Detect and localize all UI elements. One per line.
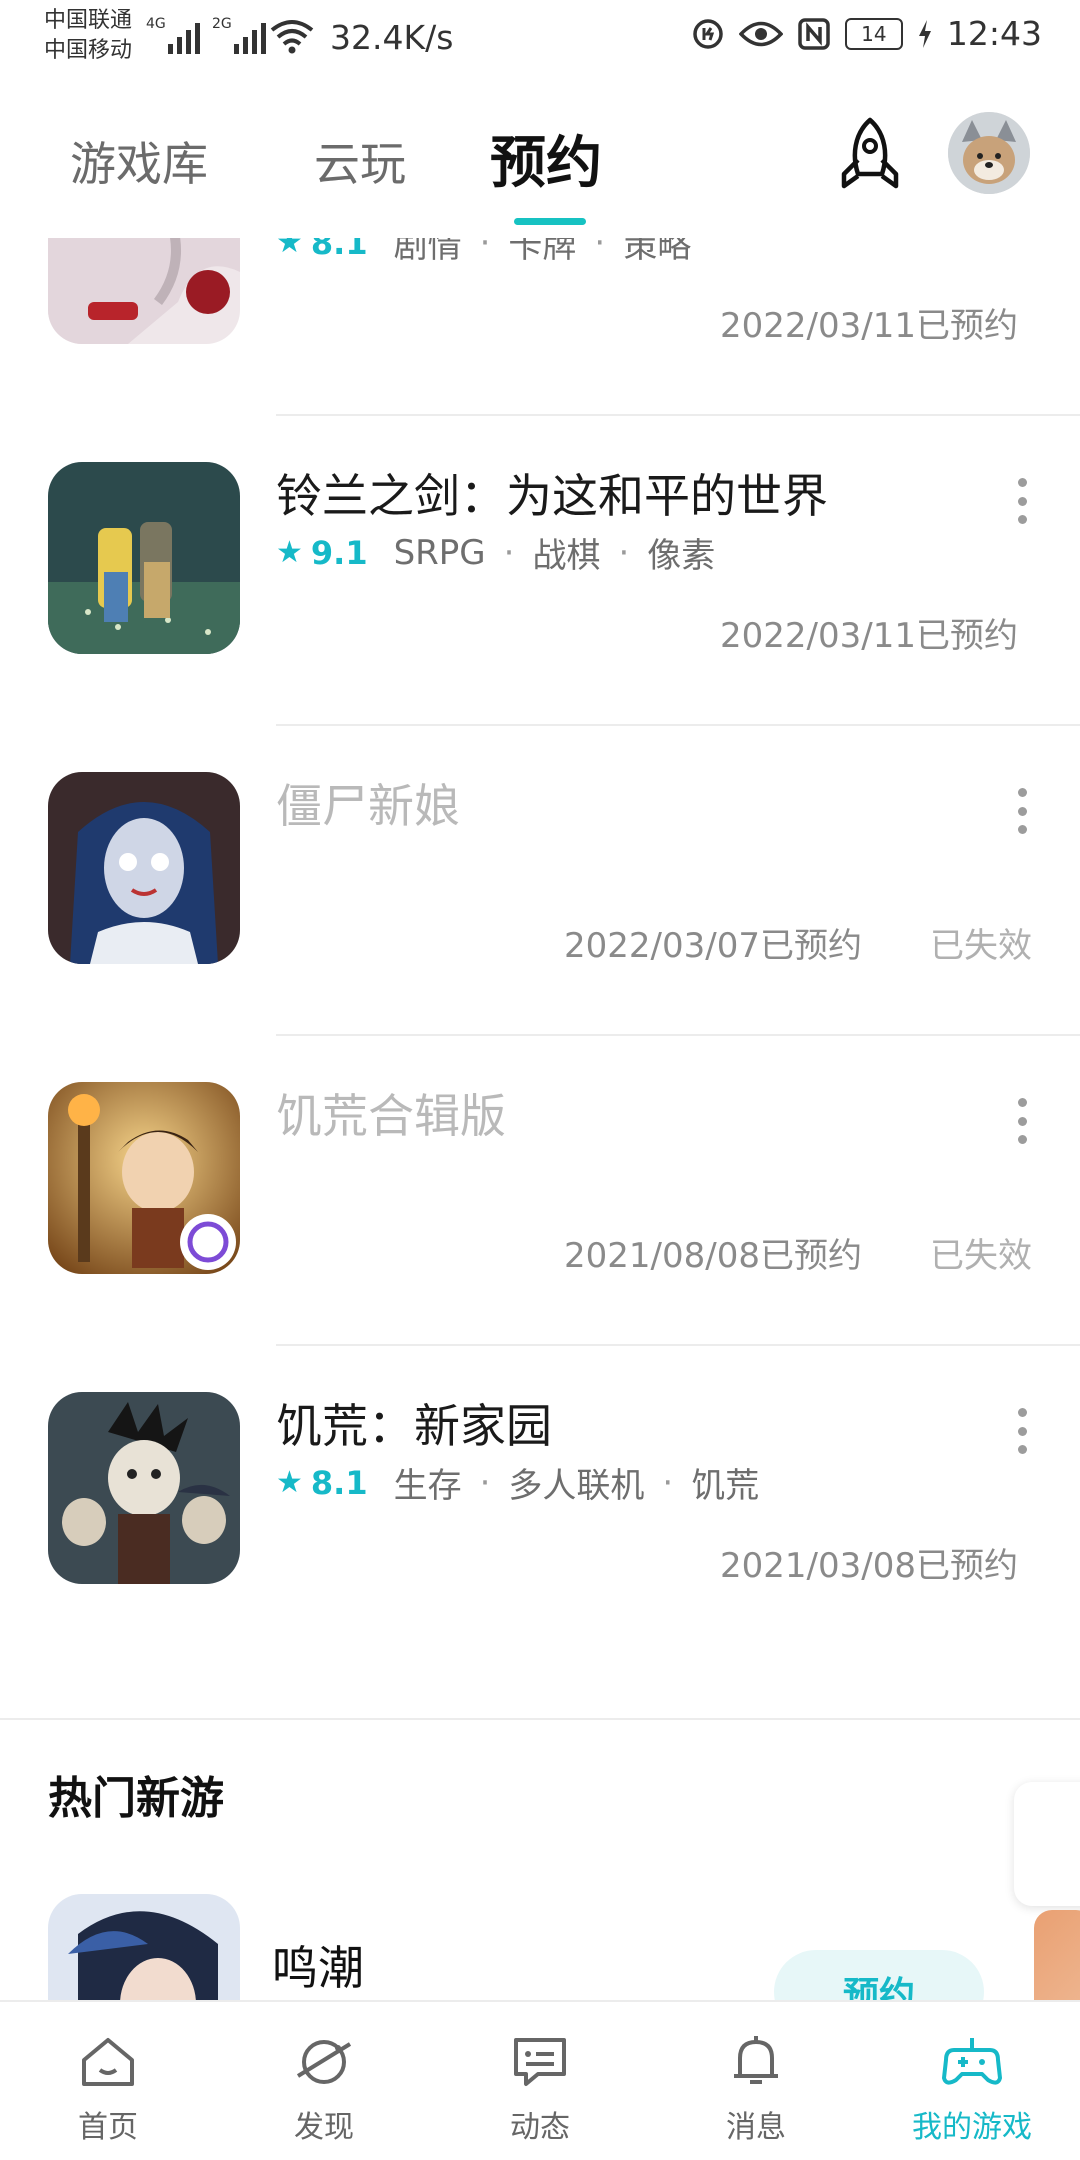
game-meta: ★ 8.1 剧情 · 卡牌 · 策略 [276,238,691,267]
game-tag: 策略 [623,238,692,266]
tag-separator: · [594,238,606,263]
clock: 12:43 [946,14,1042,53]
carrier-info: 中国联通 中国移动 [44,6,132,66]
hot-games-heading: 热门新游 [48,1773,224,1824]
data-saver-icon [693,18,723,49]
game-meta: ★ 8.1 生存 · 多人联机 · 饥荒 [276,1458,759,1507]
game-title: 饥荒：新家园 [276,1399,552,1453]
status-right: 14 12:43 [691,14,1042,53]
list-item[interactable]: 僵尸新娘 2022/03/07已预约 已失效 [0,726,1080,1036]
more-options-icon[interactable] [1018,788,1030,834]
signal-2g-icon: 2G [212,16,266,54]
game-rating: 8.1 [310,238,368,262]
home-icon [82,2038,134,2086]
tab-reservations[interactable]: 预约 [490,118,602,199]
game-tag: 生存 [393,1466,462,1506]
bottom-nav: 首页 发现 动态 消息 我的游戏 [0,2000,1080,2160]
game-tag: 饥荒 [691,1466,760,1506]
game-icon [48,462,240,654]
carrier-1: 中国联通 [44,8,133,33]
signal-4g-label: 4G [146,16,166,32]
star-icon: ★ [276,1465,303,1500]
tag-separator: · [479,1462,491,1503]
chat-icon [514,2038,566,2086]
reserve-date: 2022/03/11已预约 [720,306,1018,346]
status-bar: 中国联通 中国移动 4G 2G 32.4K/s 14 12:43 [0,0,1080,78]
nav-label: 消息 [726,2110,786,2145]
nav-label: 动态 [510,2110,570,2145]
game-icon [48,1082,240,1274]
active-tab-indicator [514,218,586,225]
tag-separator: · [662,1462,674,1503]
game-tag: 卡牌 [508,238,577,266]
game-tag: 多人联机 [508,1466,645,1506]
star-icon: ★ [276,535,303,570]
gamepad-icon [942,2038,1002,2085]
nav-home[interactable]: 首页 [38,2030,178,2146]
network-speed: 32.4K/s [330,18,454,57]
eye-comfort-icon [738,21,783,46]
game-tag: 像素 [647,536,716,576]
game-icon [48,1392,240,1584]
nav-label: 首页 [78,2110,138,2145]
signal-2g-label: 2G [212,16,232,32]
tab-cloud-play[interactable]: 云玩 [314,128,406,194]
game-title: 饥荒合辑版 [276,1089,506,1143]
user-avatar[interactable] [948,112,1030,194]
nav-label: 发现 [294,2110,354,2145]
nav-discover[interactable]: 发现 [254,2030,394,2146]
game-icon [48,238,240,344]
nav-messages[interactable]: 消息 [686,2030,826,2146]
reserve-date: 2022/03/07已预约 [564,926,862,966]
list-item[interactable]: 饥荒合辑版 2021/08/08已预约 已失效 [0,1036,1080,1346]
tag-separator: · [503,532,515,573]
game-tag: 战棋 [532,536,601,576]
game-meta: ★ 9.1 SRPG · 战棋 · 像素 [276,528,715,577]
section-divider [0,1718,1080,1720]
tag-separator: · [618,532,630,573]
reserve-date: 2021/03/08已预约 [720,1546,1018,1586]
star-icon: ★ [276,238,303,260]
game-rating: 8.1 [310,1463,368,1502]
reservation-list: ★ 8.1 剧情 · 卡牌 · 策略 2022/03/11已预约 铃兰之剑：为这 [0,238,1080,1718]
game-title: 僵尸新娘 [276,779,460,833]
list-item[interactable]: 饥荒：新家园 ★ 8.1 生存 · 多人联机 · 饥荒 2021/03/08已预… [0,1346,1080,1656]
expired-badge: 已失效 [930,926,1032,966]
more-options-icon[interactable] [1018,478,1030,524]
list-item[interactable]: ★ 8.1 剧情 · 卡牌 · 策略 2022/03/11已预约 [0,238,1080,416]
nav-feed[interactable]: 动态 [470,2030,610,2146]
nfc-icon [798,17,830,50]
tab-game-library[interactable]: 游戏库 [70,128,208,194]
floating-download-card[interactable] [1014,1782,1080,1906]
game-tag: SRPG [393,532,486,573]
nav-label: 我的游戏 [912,2110,1032,2145]
battery-indicator: 14 [844,17,903,50]
reserve-date: 2022/03/11已预约 [720,616,1018,656]
list-item[interactable]: 铃兰之剑：为这和平的世界 ★ 9.1 SRPG · 战棋 · 像素 2022/0… [0,416,1080,726]
signal-4g-icon: 4G [146,16,200,54]
game-rating: 9.1 [310,533,368,572]
hot-game-name[interactable]: 鸣潮 [272,1932,364,1998]
more-options-icon[interactable] [1018,1408,1030,1454]
planet-icon [296,2040,352,2084]
reserve-date: 2021/08/08已预约 [564,1236,862,1276]
game-tag: 剧情 [393,238,462,266]
game-icon [48,772,240,964]
rocket-icon[interactable] [834,116,906,192]
charging-icon [918,19,931,48]
expired-badge: 已失效 [930,1236,1032,1276]
wifi-icon [270,20,314,54]
carrier-2: 中国移动 [44,38,133,63]
more-options-icon[interactable] [1018,1098,1030,1144]
top-header: 游戏库 云玩 预约 [0,78,1080,238]
bell-icon [734,2036,778,2084]
nav-my-games[interactable]: 我的游戏 [902,2030,1042,2146]
tag-separator: · [479,238,491,263]
game-title: 铃兰之剑：为这和平的世界 [276,469,828,523]
